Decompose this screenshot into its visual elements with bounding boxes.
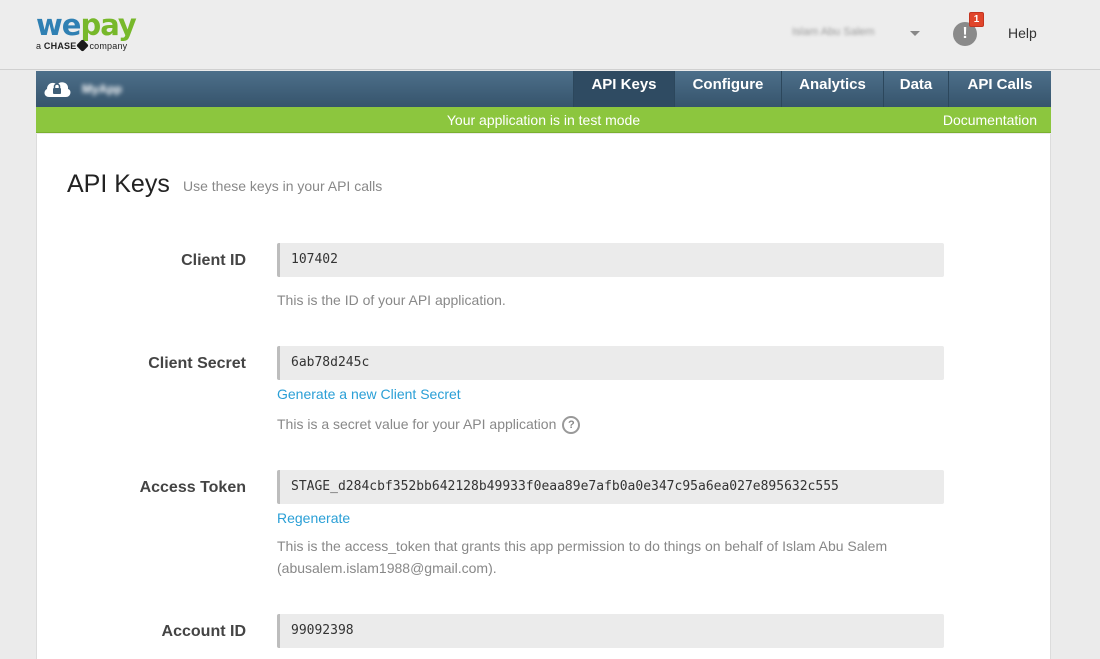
page-subtitle: Use these keys in your API calls — [183, 178, 383, 194]
app-navigation-bar: MyApp API Keys Configure Analytics Data … — [36, 71, 1051, 107]
test-mode-message: Your application is in test mode — [446, 112, 641, 128]
top-header: wepay a CHASE company Islam Abu Salem ! 1… — [0, 0, 1100, 70]
logo-tagline: a CHASE company — [36, 39, 128, 52]
regenerate-token-link[interactable]: Regenerate — [277, 510, 350, 526]
help-link[interactable]: Help — [1008, 25, 1037, 41]
client-secret-help-text: This is a secret value for your API appl… — [277, 416, 557, 432]
tab-configure[interactable]: Configure — [674, 71, 781, 107]
api-keys-panel: API Keys Use these keys in your API call… — [36, 134, 1051, 659]
account-id-field[interactable]: 99092398 — [277, 614, 944, 648]
generate-client-secret-link[interactable]: Generate a new Client Secret — [277, 386, 461, 402]
documentation-link[interactable]: Documentation — [943, 112, 1037, 128]
tab-analytics[interactable]: Analytics — [781, 71, 883, 107]
cloud-lock-icon — [44, 82, 71, 97]
client-id-label: Client ID — [181, 252, 246, 269]
client-secret-field[interactable]: 6ab78d245c — [277, 346, 944, 380]
chase-octagon-icon — [76, 39, 90, 52]
client-secret-help: This is a secret value for your API appl… — [277, 413, 967, 435]
wepay-logo[interactable]: wepay a CHASE company — [36, 8, 137, 52]
tab-api-keys[interactable]: API Keys — [573, 71, 674, 107]
access-token-help: This is the access_token that grants thi… — [277, 538, 888, 576]
user-menu-name[interactable]: Islam Abu Salem — [792, 26, 875, 38]
account-id-label: Account ID — [161, 623, 246, 640]
tab-data[interactable]: Data — [883, 71, 948, 107]
access-token-field[interactable]: STAGE_d284cbf352bb642128b49933f0eaa89e7a… — [277, 470, 944, 504]
client-secret-label: Client Secret — [148, 355, 246, 372]
logo-wordmark: wepay — [36, 8, 137, 42]
access-token-label: Access Token — [139, 479, 246, 496]
client-id-field[interactable]: 107402 — [277, 243, 944, 277]
notification-count-badge: 1 — [969, 12, 984, 27]
test-mode-banner: Your application is in test mode Documen… — [36, 107, 1051, 133]
client-id-help: This is the ID of your API application. — [277, 292, 506, 308]
page-title: API Keys — [67, 170, 170, 198]
question-mark-icon[interactable]: ? — [562, 416, 581, 435]
application-name[interactable]: MyApp — [82, 82, 122, 96]
tab-api-calls[interactable]: API Calls — [948, 71, 1051, 107]
chevron-down-icon[interactable] — [910, 31, 920, 36]
